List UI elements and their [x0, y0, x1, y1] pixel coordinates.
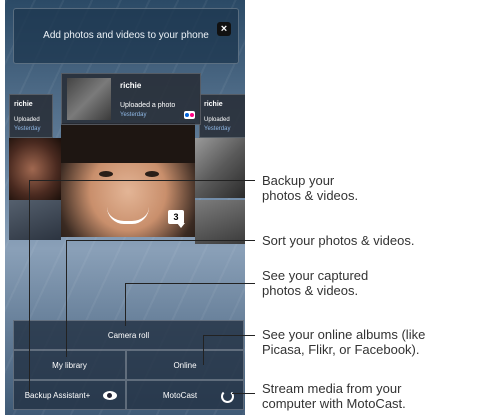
banner-text: Add photos and videos to your phone: [43, 30, 209, 41]
photo-eye-shape: [99, 171, 113, 177]
card-time: Yesterday: [14, 126, 41, 132]
flickr-dot-pink: [190, 113, 194, 117]
callout-captured-line2: photos & videos.: [262, 283, 359, 298]
card-time: Yesterday: [204, 126, 231, 132]
callout-line-captured-h: [125, 283, 255, 284]
card-user-name: richie: [204, 101, 223, 108]
callout-line-online-v: [203, 335, 204, 365]
photo-eye-shape: [145, 171, 159, 177]
callout-sort: Sort your photos & videos.: [262, 233, 414, 248]
activity-card-left[interactable]: richie Uploaded Yesterday: [9, 94, 53, 138]
callout-line-stream-h: [232, 393, 255, 394]
photo-thumbnail-left-lower[interactable]: [9, 200, 61, 240]
card-user-name: richie: [14, 101, 33, 108]
activity-card-main[interactable]: richie Uploaded a photo Yesterday: [61, 73, 201, 125]
callout-backup-line2: photos & videos.: [262, 188, 359, 203]
callout-stream-line2: computer with MotoCast.: [262, 396, 406, 411]
flickr-dot-blue: [185, 113, 189, 117]
card-action: Uploaded a photo: [120, 102, 176, 109]
camera-roll-label: Camera roll: [107, 331, 150, 340]
photo-thumbnail-left[interactable]: [9, 138, 61, 200]
callout-backup-line1: Backup your: [262, 173, 335, 188]
callout-line-backup-v: [29, 180, 30, 393]
comment-badge-tail: [177, 223, 185, 228]
callout-online: See your online albums (like Picasa, Fli…: [262, 327, 425, 357]
phone-screen: Add photos and videos to your phone × ri…: [5, 0, 245, 415]
card-time: Yesterday: [120, 112, 147, 118]
callout-online-line2: Picasa, Flikr, or Facebook).: [262, 342, 420, 357]
callout-stream: Stream media from your computer with Mot…: [262, 381, 406, 411]
card-action: Uploaded: [204, 117, 230, 123]
motocast-button[interactable]: MotoCast: [126, 380, 244, 410]
motocast-label: MotoCast: [162, 391, 198, 400]
callout-line-sort-v: [66, 240, 67, 357]
activity-card-right[interactable]: richie Uploaded Yesterday: [199, 94, 245, 138]
callout-captured: See your captured photos & videos.: [262, 268, 368, 298]
callout-backup: Backup your photos & videos.: [262, 173, 358, 203]
comment-count-badge[interactable]: 3: [168, 210, 184, 224]
callout-line-online-h: [203, 335, 255, 336]
close-icon[interactable]: ×: [217, 22, 231, 36]
flickr-icon: [184, 111, 195, 119]
card-action: Uploaded: [14, 117, 40, 123]
callout-line-sort-h: [66, 240, 255, 241]
photo-thumbnail-right-lower[interactable]: [195, 200, 245, 244]
user-thumbnail: [67, 78, 111, 120]
online-label: Online: [173, 361, 197, 370]
callout-line-captured-v: [125, 283, 126, 326]
photo-thumbnail-right[interactable]: [195, 138, 245, 198]
eye-icon: [103, 391, 117, 400]
callout-stream-line1: Stream media from your: [262, 381, 402, 396]
my-library-label: My library: [52, 361, 87, 370]
eye-pupil: [107, 393, 112, 398]
callout-line-backup-h: [29, 180, 255, 181]
backup-assistant-label: Backup Assistant+: [24, 391, 91, 400]
callout-online-line1: See your online albums (like: [262, 327, 426, 342]
online-button[interactable]: Online: [126, 350, 244, 380]
add-photos-banner[interactable]: Add photos and videos to your phone ×: [13, 8, 239, 64]
refresh-icon[interactable]: [221, 390, 234, 403]
photo-smile-shape: [107, 207, 149, 224]
callout-captured-line1: See your captured: [262, 268, 369, 283]
card-user-name: richie: [120, 81, 142, 90]
callout-sort-line1: Sort your photos & videos.: [262, 233, 415, 248]
photo-hair-shape: [61, 123, 195, 163]
